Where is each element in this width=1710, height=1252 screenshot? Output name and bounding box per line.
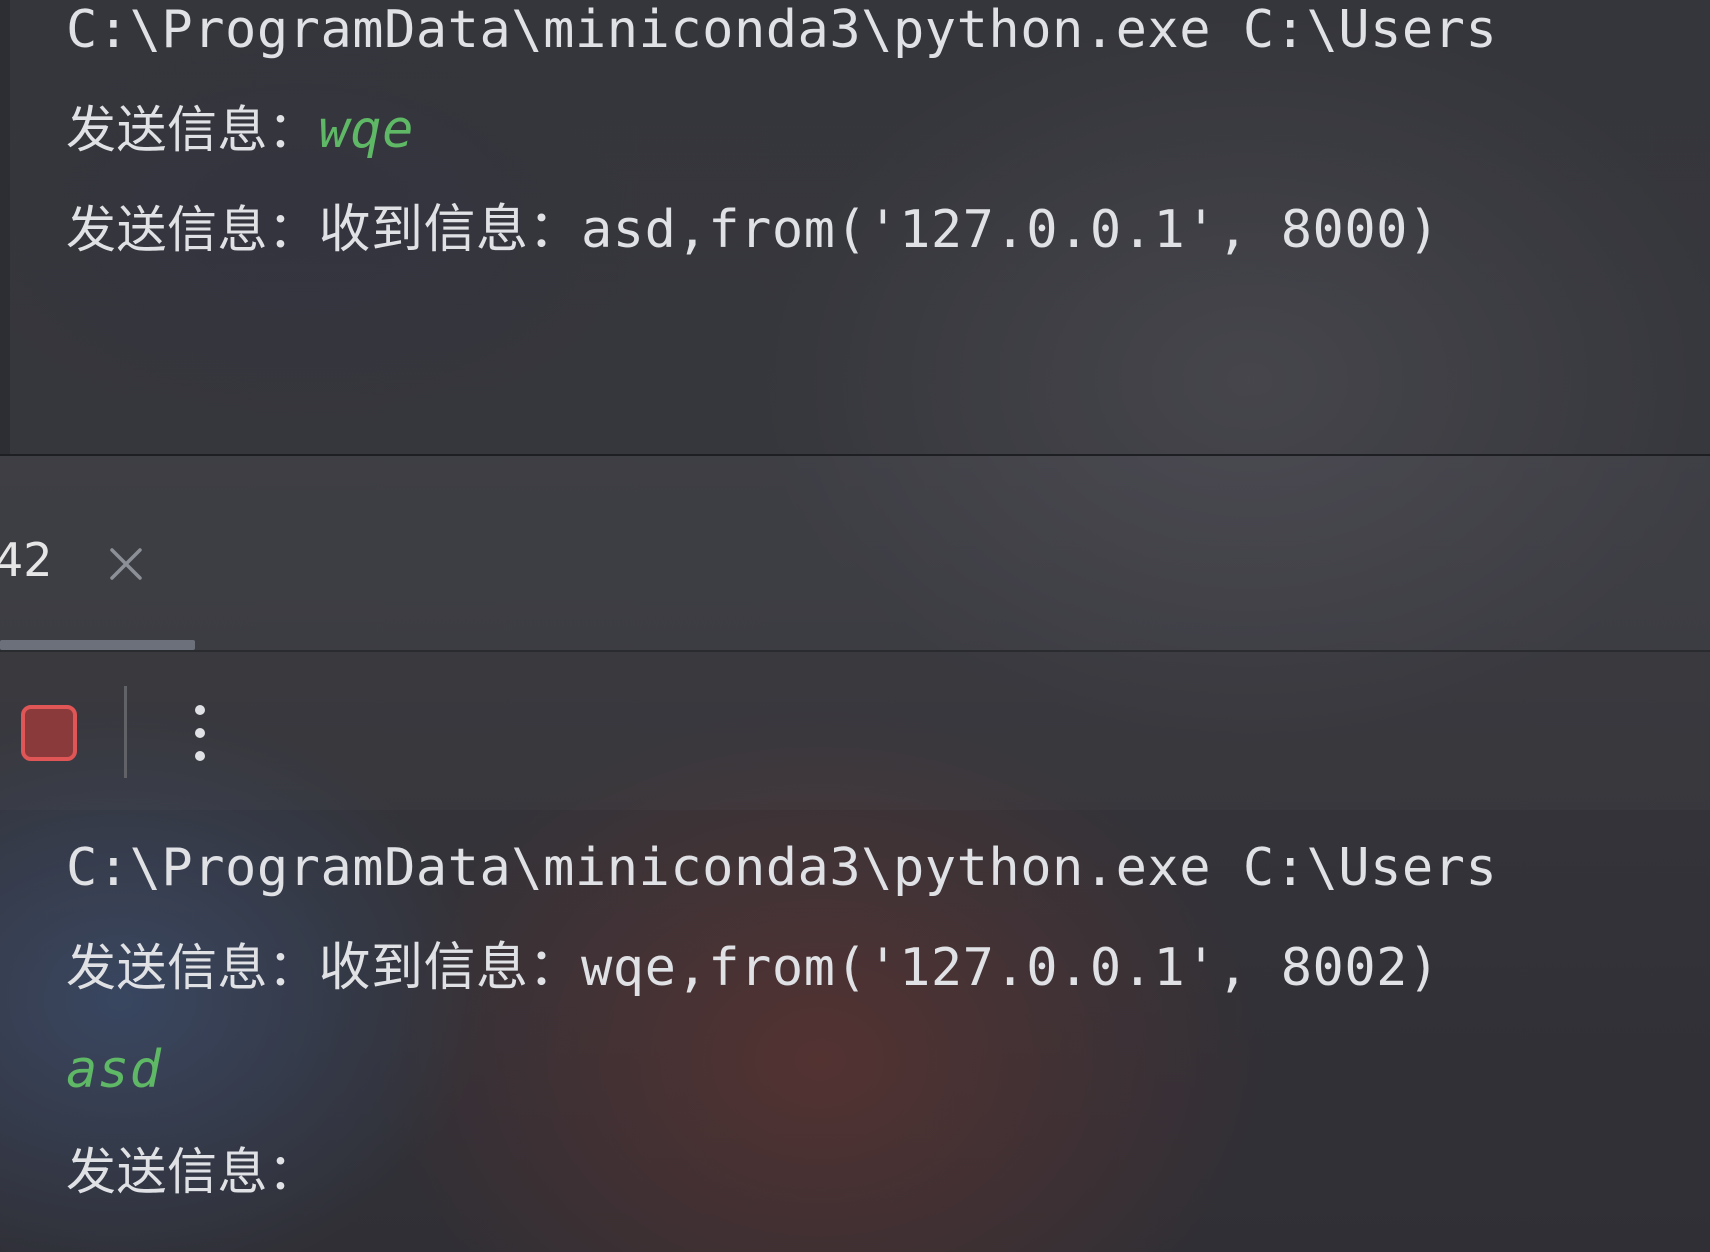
command-text: C:\ProgramData\miniconda3\python.exe C:\… bbox=[66, 838, 1498, 898]
received-text: 收到信息：wqe,from('127.0.0.1', 8002) bbox=[318, 938, 1440, 998]
console-line-prompt[interactable]: 发送信息： bbox=[66, 1142, 319, 1202]
prompt-text: 发送信息： bbox=[66, 939, 319, 997]
run-toolbar bbox=[0, 652, 1710, 810]
more-options-button[interactable] bbox=[182, 700, 218, 766]
console-line-prompt-input: 发送信息：wqe bbox=[66, 100, 414, 160]
active-tab-indicator bbox=[0, 640, 195, 650]
prompt-text: 发送信息： bbox=[66, 201, 319, 259]
close-icon[interactable] bbox=[104, 542, 148, 586]
run-tab-bar: 42 bbox=[0, 456, 1710, 652]
command-text: C:\ProgramData\miniconda3\python.exe C:\… bbox=[66, 0, 1498, 60]
console-line-command: C:\ProgramData\miniconda3\python.exe C:\… bbox=[66, 838, 1497, 898]
user-input-text: wqe bbox=[318, 100, 414, 160]
console-line-received: 发送信息：收到信息：wqe,from('127.0.0.1', 8002) bbox=[66, 938, 1440, 998]
console-line-input: asd bbox=[66, 1040, 161, 1100]
top-console-output[interactable]: C:\ProgramData\miniconda3\python.exe C:\… bbox=[0, 0, 1710, 455]
toolbar-separator bbox=[124, 686, 127, 778]
user-input-text: asd bbox=[66, 1040, 162, 1100]
run-tab[interactable]: 42 bbox=[0, 456, 195, 652]
run-tab-label: 42 bbox=[0, 533, 53, 587]
console-line-received: 发送信息：收到信息：asd,from('127.0.0.1', 8000) bbox=[66, 200, 1440, 260]
received-text: 收到信息：asd,from('127.0.0.1', 8000) bbox=[318, 200, 1440, 260]
stop-button[interactable] bbox=[20, 704, 78, 762]
stop-icon bbox=[21, 705, 77, 761]
prompt-text: 发送信息： bbox=[66, 1143, 319, 1201]
prompt-text: 发送信息： bbox=[66, 101, 319, 159]
console-gutter bbox=[0, 0, 10, 455]
more-vertical-icon bbox=[195, 705, 205, 761]
console-line-command: C:\ProgramData\miniconda3\python.exe C:\… bbox=[66, 0, 1497, 60]
